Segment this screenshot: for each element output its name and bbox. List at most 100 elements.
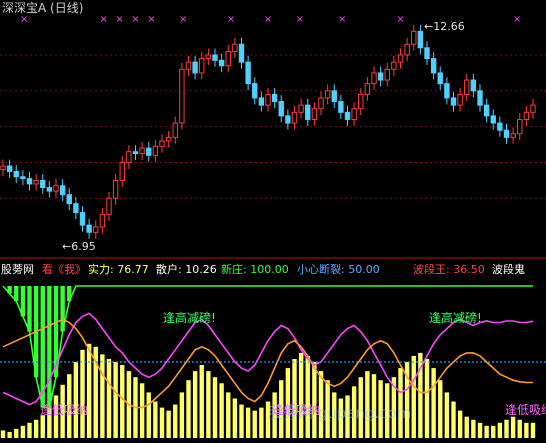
retail-bar bbox=[20, 425, 26, 438]
caution-value: 50.00 bbox=[348, 263, 380, 276]
candle-up bbox=[517, 118, 523, 135]
candle-down bbox=[490, 115, 496, 124]
candle-down bbox=[238, 43, 245, 63]
retail-label: 散户: bbox=[156, 263, 182, 276]
dealer-bar bbox=[47, 286, 52, 408]
retail-bar bbox=[120, 365, 125, 438]
candle-up bbox=[179, 68, 185, 124]
candle-up bbox=[318, 97, 324, 110]
signal-low-absorb-1: 逢低吸纳 bbox=[40, 403, 89, 417]
candle-up bbox=[265, 93, 271, 106]
signal-marker: × bbox=[115, 14, 123, 25]
signal-high-reduce-2: 逢高减磅! bbox=[429, 311, 482, 325]
candle-down bbox=[132, 151, 139, 154]
candle-down bbox=[79, 212, 86, 226]
retail-readout: 散户: 10.26 bbox=[156, 263, 217, 277]
candle-down bbox=[285, 115, 291, 124]
signal-marker: × bbox=[227, 14, 235, 25]
candle-up bbox=[112, 179, 119, 199]
retail-bar bbox=[139, 383, 145, 438]
candle-up bbox=[139, 147, 145, 154]
dealer-label: 新庄: bbox=[221, 263, 247, 276]
retail-bar bbox=[411, 355, 416, 438]
retail-bar bbox=[7, 431, 12, 438]
candle-down bbox=[20, 176, 26, 180]
signal-marker: × bbox=[147, 14, 155, 25]
signal-marker: × bbox=[296, 14, 304, 25]
retail-bar bbox=[517, 419, 522, 438]
retail-bar bbox=[477, 422, 483, 438]
candle-down bbox=[331, 90, 337, 103]
retail-bar bbox=[0, 430, 6, 438]
candle-down bbox=[444, 83, 450, 99]
candle-down bbox=[218, 59, 225, 67]
retail-bar bbox=[245, 407, 251, 438]
retail-bar bbox=[305, 355, 310, 438]
candle-down bbox=[192, 61, 198, 74]
watermark: 股蒡网 gupang.com bbox=[268, 404, 412, 422]
retail-bar bbox=[86, 343, 92, 438]
retail-bar bbox=[146, 392, 151, 438]
candle-down bbox=[430, 58, 437, 74]
signal-high-reduce-1: 逢高减磅! bbox=[163, 311, 216, 325]
low-price-label: ←6.95 bbox=[62, 240, 96, 253]
candle-down bbox=[271, 93, 278, 103]
retail-bar bbox=[239, 404, 244, 438]
price-gridlines bbox=[0, 54, 546, 199]
retail-bar bbox=[179, 392, 185, 438]
retail-bar bbox=[33, 419, 39, 438]
candle-down bbox=[6, 165, 13, 172]
dealer-value: 100.00 bbox=[250, 263, 289, 276]
retail-bar bbox=[159, 407, 165, 438]
retail-bar bbox=[113, 362, 118, 438]
retail-bar bbox=[424, 358, 430, 438]
candle-up bbox=[391, 61, 397, 70]
caution-label: 小心断裂: bbox=[297, 263, 345, 276]
candle-down bbox=[73, 203, 79, 214]
retail-bar bbox=[212, 377, 218, 438]
candle-up bbox=[53, 185, 59, 192]
signal-marker: × bbox=[264, 14, 272, 25]
candle-down bbox=[26, 178, 33, 185]
retail-bar bbox=[464, 416, 469, 438]
retail-value: 10.26 bbox=[185, 263, 217, 276]
wave-ghost-label: 波段鬼 bbox=[492, 263, 525, 276]
candle-down bbox=[212, 54, 218, 61]
candle-down bbox=[146, 147, 152, 156]
candle-up bbox=[384, 68, 390, 81]
retail-bar bbox=[259, 407, 264, 438]
retail-bar bbox=[292, 358, 297, 438]
signal-marker: × bbox=[179, 14, 187, 25]
retail-bar bbox=[27, 422, 32, 438]
retail-bar bbox=[298, 352, 304, 438]
retail-bar bbox=[457, 410, 463, 438]
candle-down bbox=[437, 72, 443, 85]
candle-up bbox=[33, 179, 39, 185]
indicator-view: 看《我》 bbox=[42, 263, 86, 276]
retail-bar bbox=[226, 392, 231, 438]
chart-title: 深深宝A (日线) bbox=[2, 1, 84, 15]
candle-up bbox=[199, 58, 205, 74]
candle-up bbox=[172, 122, 178, 138]
dealer-readout: 新庄: 100.00 bbox=[221, 263, 289, 277]
retail-bar bbox=[431, 368, 436, 438]
candle-down bbox=[245, 61, 251, 85]
wave-king-label: 波段王: bbox=[413, 263, 450, 276]
indicator-name: 股蒡网 bbox=[1, 263, 34, 276]
retail-bar bbox=[153, 401, 158, 438]
candle-down bbox=[483, 104, 490, 117]
retail-bar bbox=[192, 371, 198, 438]
candle-up bbox=[99, 213, 106, 228]
candle-up bbox=[510, 133, 516, 138]
signal-marker: × bbox=[100, 14, 108, 25]
candle-up bbox=[371, 72, 377, 85]
candle-down bbox=[40, 179, 46, 189]
candle-up bbox=[464, 79, 470, 95]
candle-down bbox=[13, 170, 19, 178]
retail-bar bbox=[484, 425, 489, 438]
retail-bar bbox=[186, 380, 191, 438]
candle-down bbox=[377, 72, 384, 81]
retail-bar bbox=[524, 422, 529, 438]
candle-up bbox=[126, 151, 132, 163]
retail-bar bbox=[80, 349, 85, 438]
